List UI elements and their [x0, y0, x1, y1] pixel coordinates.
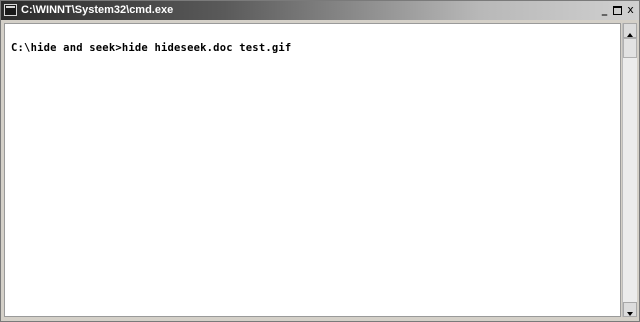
- caption-buttons: _ x: [598, 3, 637, 18]
- close-icon: x: [627, 3, 634, 16]
- window-title: C:\WINNT\System32\cmd.exe: [21, 4, 174, 16]
- maximize-icon: [613, 6, 622, 15]
- scroll-thumb[interactable]: [623, 38, 637, 58]
- scroll-up-button[interactable]: [623, 23, 637, 38]
- arrow-up-icon: [627, 33, 633, 37]
- console-window: C:\WINNT\System32\cmd.exe _ x C:\hide an…: [0, 0, 640, 322]
- title-bar[interactable]: C:\WINNT\System32\cmd.exe _ x: [1, 1, 639, 20]
- console-app-icon[interactable]: [4, 4, 17, 16]
- minimize-icon: _: [601, 3, 608, 16]
- arrow-down-icon: [627, 312, 633, 316]
- maximize-button[interactable]: [611, 3, 624, 17]
- close-button[interactable]: x: [624, 3, 637, 17]
- console-output-area[interactable]: C:\hide and seek>hide hideseek.doc test.…: [4, 23, 621, 317]
- minimize-button[interactable]: _: [598, 3, 611, 17]
- scroll-down-button[interactable]: [623, 302, 637, 317]
- console-line: C:\hide and seek>hide hideseek.doc test.…: [11, 42, 292, 54]
- vertical-scrollbar[interactable]: [622, 23, 637, 317]
